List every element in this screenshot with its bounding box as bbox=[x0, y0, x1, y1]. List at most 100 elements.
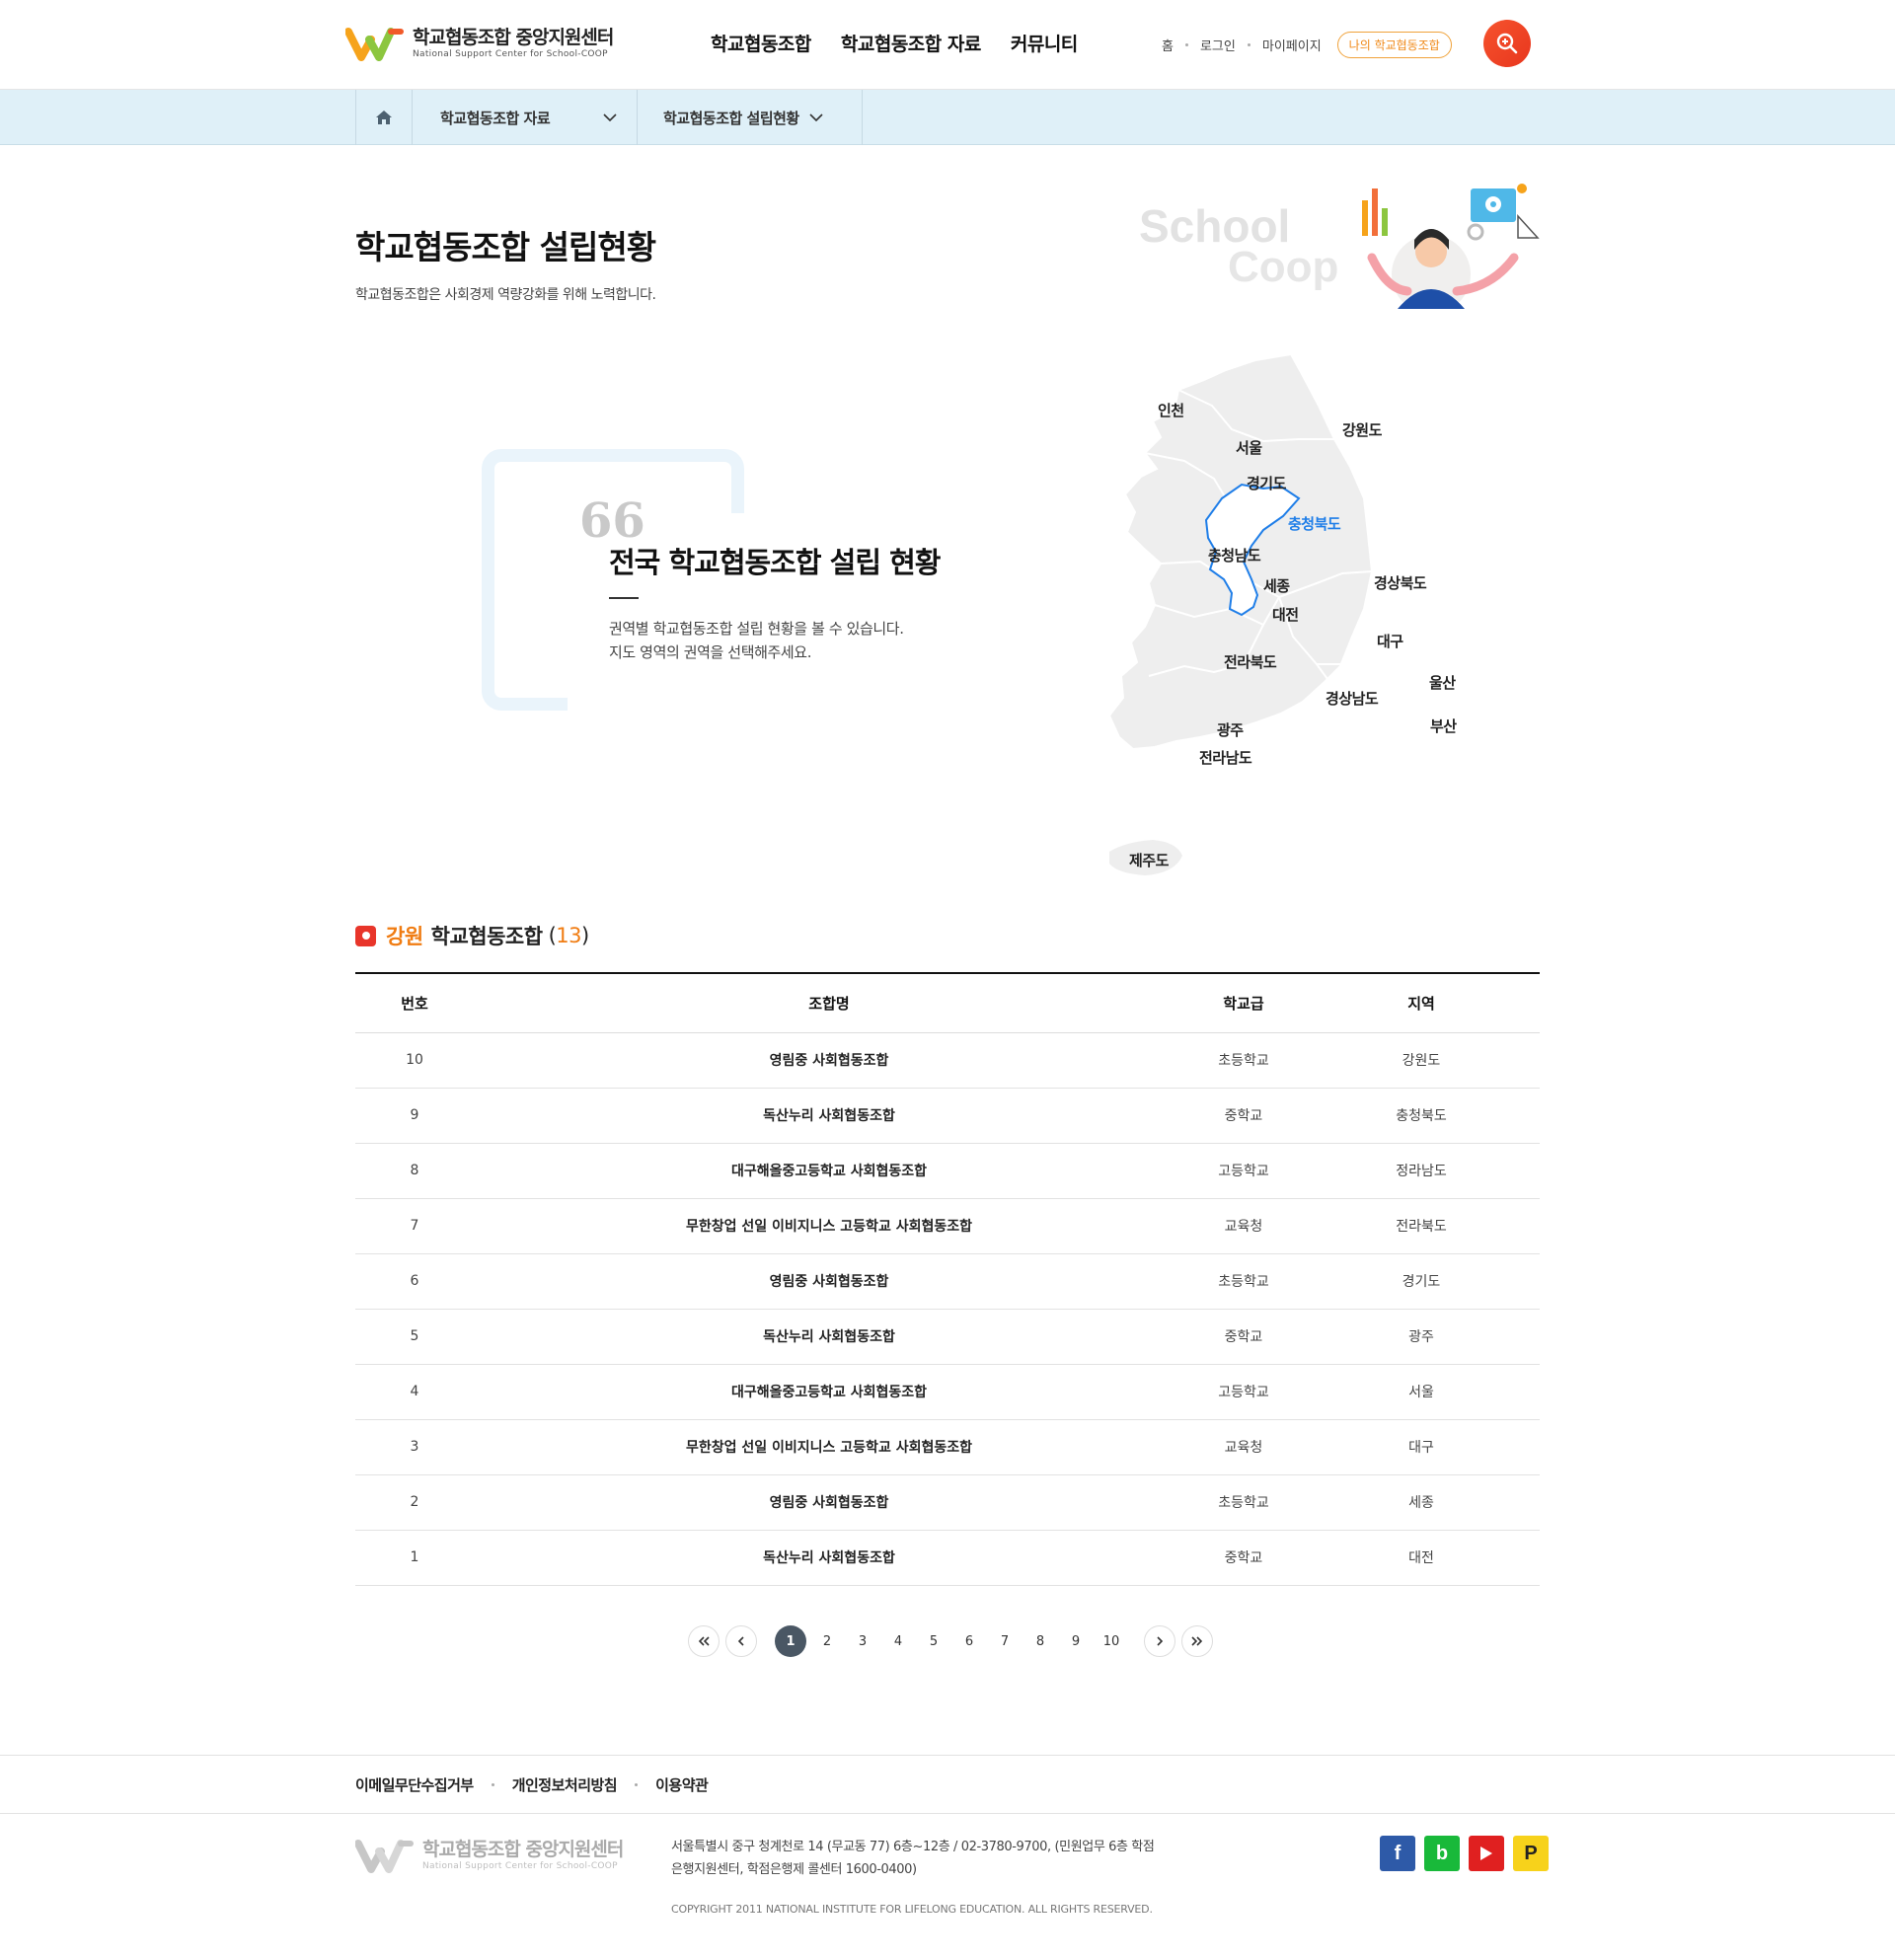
table-row[interactable]: 9 독산누리 사회협동조합 중학교 충청북도 bbox=[355, 1088, 1540, 1144]
cell-area: 경기도 bbox=[1303, 1253, 1540, 1310]
cell-name[interactable]: 영림중 사회협동조합 bbox=[474, 1253, 1184, 1310]
map-label-gyeonggi[interactable]: 경기도 bbox=[1247, 473, 1286, 493]
page-number[interactable]: 2 bbox=[812, 1625, 842, 1657]
list-region: 강원 bbox=[386, 925, 423, 948]
map-label-chungnam[interactable]: 충청남도 bbox=[1208, 545, 1261, 565]
table-row[interactable]: 5 독산누리 사회협동조합 중학교 광주 bbox=[355, 1309, 1540, 1365]
breadcrumb-level2-dropdown[interactable]: 학교협동조합 설립현황 bbox=[638, 90, 863, 145]
last-page-button[interactable] bbox=[1181, 1625, 1213, 1657]
cell-name[interactable]: 영림중 사회협동조합 bbox=[474, 1474, 1184, 1531]
cell-name[interactable]: 대구해올중고등학교 사회협동조합 bbox=[474, 1364, 1184, 1420]
blog-icon[interactable]: b bbox=[1424, 1836, 1460, 1871]
page-number[interactable]: 6 bbox=[954, 1625, 984, 1657]
intro-desc-line2: 지도 영역의 권역을 선택해주세요. bbox=[609, 643, 812, 661]
record-icon bbox=[355, 925, 376, 946]
cell-name[interactable]: 독산누리 사회협동조합 bbox=[474, 1088, 1184, 1144]
prev-page-button[interactable] bbox=[725, 1625, 757, 1657]
korea-map-svg bbox=[1107, 352, 1374, 875]
site-logo[interactable]: 학교협동조합 중앙지원센터 National Support Center fo… bbox=[345, 26, 614, 61]
cell-name[interactable]: 무한창업 선일 이비지니스 고등학교 사회협동조합 bbox=[474, 1198, 1184, 1254]
cell-name[interactable]: 독산누리 사회협동조합 bbox=[474, 1309, 1184, 1365]
column-header-level: 학교급 bbox=[1184, 973, 1303, 1033]
mypage-link[interactable]: 마이페이지 bbox=[1262, 36, 1322, 54]
map-label-gangwon[interactable]: 강원도 bbox=[1342, 419, 1382, 440]
facebook-icon[interactable]: f bbox=[1380, 1836, 1415, 1871]
korea-region-map[interactable]: 인천 서울 강원도 경기도 충청북도 충청남도 세종 대전 경상북도 대구 전라… bbox=[1105, 350, 1500, 883]
intro-description: 권역별 학교협동조합 설립 현황을 볼 수 있습니다. 지도 영역의 권역을 선… bbox=[609, 617, 904, 664]
cell-level: 초등학교 bbox=[1184, 1474, 1303, 1531]
intro-divider bbox=[609, 597, 639, 599]
footer-links-bar: 이메일무단수집거부 개인정보처리방침 이용약관 bbox=[0, 1755, 1895, 1814]
page-number[interactable]: 8 bbox=[1025, 1625, 1055, 1657]
table-row[interactable]: 6 영림중 사회협동조합 초등학교 경기도 bbox=[355, 1253, 1540, 1310]
breadcrumb-home[interactable] bbox=[356, 90, 413, 145]
map-label-busan[interactable]: 부산 bbox=[1430, 716, 1457, 736]
map-label-seoul[interactable]: 서울 bbox=[1236, 437, 1262, 458]
table-row[interactable]: 4 대구해올중고등학교 사회협동조합 고등학교 서울 bbox=[355, 1364, 1540, 1420]
page-number[interactable]: 9 bbox=[1061, 1625, 1091, 1657]
footer-link-email-refusal[interactable]: 이메일무단수집거부 bbox=[355, 1774, 474, 1795]
page-number[interactable]: 4 bbox=[883, 1625, 913, 1657]
map-label-chungbuk[interactable]: 충청북도 bbox=[1288, 513, 1341, 534]
table-row[interactable]: 3 무한창업 선일 이비지니스 고등학교 사회협동조합 교육청 대구 bbox=[355, 1419, 1540, 1475]
logo-title: 학교협동조합 중앙지원센터 bbox=[413, 27, 614, 48]
map-label-gyeongbuk[interactable]: 경상북도 bbox=[1374, 572, 1427, 593]
post-icon[interactable]: P bbox=[1513, 1836, 1549, 1871]
map-label-sejong[interactable]: 세종 bbox=[1263, 575, 1290, 596]
intro-desc-line1: 권역별 학교협동조합 설립 현황을 볼 수 있습니다. bbox=[609, 620, 904, 638]
map-label-daegu[interactable]: 대구 bbox=[1377, 631, 1403, 651]
next-page-button[interactable] bbox=[1144, 1625, 1175, 1657]
page-number[interactable]: 3 bbox=[848, 1625, 877, 1657]
footer-link-terms[interactable]: 이용약관 bbox=[655, 1774, 709, 1795]
map-label-daejeon[interactable]: 대전 bbox=[1272, 604, 1299, 625]
table-row[interactable]: 7 무한창업 선일 이비지니스 고등학교 사회협동조합 교육청 전라북도 bbox=[355, 1198, 1540, 1254]
cell-no: 10 bbox=[355, 1032, 474, 1089]
home-link[interactable]: 홈 bbox=[1162, 36, 1174, 54]
youtube-icon[interactable] bbox=[1469, 1836, 1504, 1871]
footer-link-privacy[interactable]: 개인정보처리방침 bbox=[512, 1774, 618, 1795]
breadcrumb-level1-label: 학교협동조합 자료 bbox=[440, 109, 551, 127]
nav-item-resources[interactable]: 학교협동조합 자료 bbox=[841, 30, 981, 56]
breadcrumb-level1-dropdown[interactable]: 학교협동조합 자료 bbox=[413, 90, 638, 145]
quote-mark-icon: 66 bbox=[579, 493, 645, 549]
cell-level: 중학교 bbox=[1184, 1309, 1303, 1365]
map-label-jeju[interactable]: 제주도 bbox=[1129, 850, 1169, 870]
cell-level: 고등학교 bbox=[1184, 1143, 1303, 1199]
map-label-ulsan[interactable]: 울산 bbox=[1429, 672, 1456, 693]
footer-address-line1: 서울특별시 중구 청계천로 14 (무교동 77) 6층~12층 / 02-37… bbox=[671, 1840, 1155, 1854]
map-label-incheon[interactable]: 인천 bbox=[1158, 400, 1184, 420]
nav-item-community[interactable]: 커뮤니티 bbox=[1011, 30, 1078, 56]
nav-item-school-coop[interactable]: 학교협동조합 bbox=[711, 30, 811, 56]
table-row[interactable]: 2 영림중 사회협동조합 초등학교 세종 bbox=[355, 1474, 1540, 1531]
map-label-jeonnam[interactable]: 전라남도 bbox=[1199, 747, 1252, 768]
map-label-gyeongnam[interactable]: 경상남도 bbox=[1326, 688, 1379, 709]
cell-area: 대전 bbox=[1303, 1530, 1540, 1586]
table-row[interactable]: 10 영림중 사회협동조합 초등학교 강원도 bbox=[355, 1032, 1540, 1089]
chevron-down-icon bbox=[809, 113, 823, 121]
map-label-gwangju[interactable]: 광주 bbox=[1217, 719, 1244, 740]
page-number[interactable]: 5 bbox=[919, 1625, 948, 1657]
cell-name[interactable]: 무한창업 선일 이비지니스 고등학교 사회협동조합 bbox=[474, 1419, 1184, 1475]
table-row[interactable]: 1 독산누리 사회협동조합 중학교 대전 bbox=[355, 1530, 1540, 1586]
table-row[interactable]: 8 대구해올중고등학교 사회협동조합 고등학교 정라남도 bbox=[355, 1143, 1540, 1199]
cell-no: 2 bbox=[355, 1474, 474, 1531]
cell-name[interactable]: 독산누리 사회협동조합 bbox=[474, 1530, 1184, 1586]
page-number[interactable]: 7 bbox=[990, 1625, 1020, 1657]
first-page-button[interactable] bbox=[688, 1625, 720, 1657]
page-number-current[interactable]: 1 bbox=[775, 1625, 806, 1657]
login-link[interactable]: 로그인 bbox=[1200, 36, 1236, 54]
my-coop-button[interactable]: 나의 학교협동조합 bbox=[1336, 32, 1452, 58]
util-menu: 홈 로그인 마이페이지 나의 학교협동조합 bbox=[1162, 32, 1452, 58]
map-label-jeonbuk[interactable]: 전라북도 bbox=[1224, 651, 1277, 672]
page-number[interactable]: 10 bbox=[1097, 1625, 1126, 1657]
cell-area: 대구 bbox=[1303, 1419, 1540, 1475]
util-separator bbox=[1247, 43, 1251, 46]
search-icon bbox=[1496, 33, 1518, 54]
cell-name[interactable]: 영림중 사회협동조합 bbox=[474, 1032, 1184, 1089]
footer-logo: 학교협동조합 중앙지원센터 National Support Center fo… bbox=[355, 1838, 624, 1873]
cell-name[interactable]: 대구해올중고등학교 사회협동조합 bbox=[474, 1143, 1184, 1199]
cell-level: 중학교 bbox=[1184, 1530, 1303, 1586]
cell-level: 초등학교 bbox=[1184, 1253, 1303, 1310]
cell-area: 정라남도 bbox=[1303, 1143, 1540, 1199]
search-button[interactable] bbox=[1483, 20, 1531, 67]
